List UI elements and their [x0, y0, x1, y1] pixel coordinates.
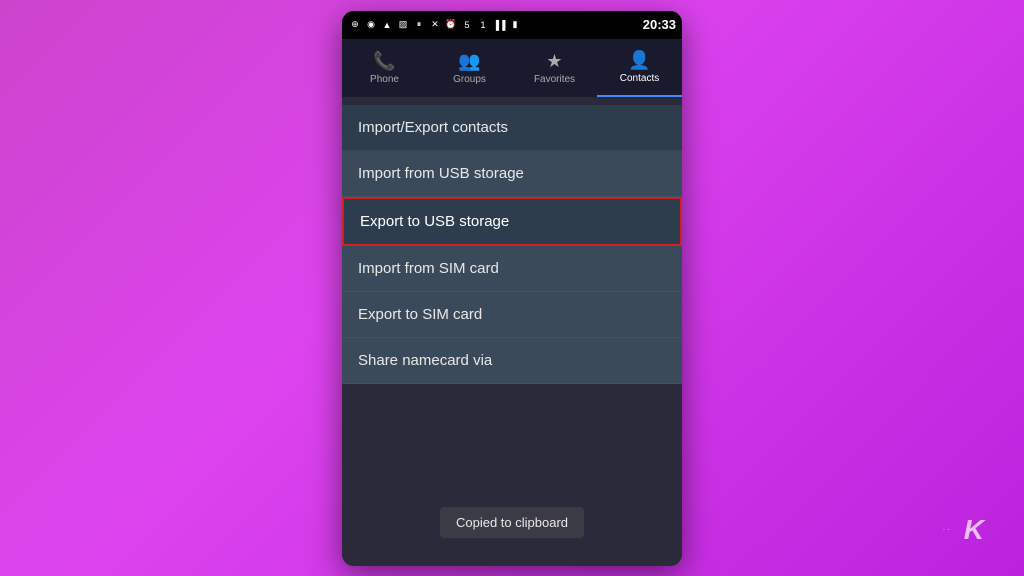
menu-item-import-usb[interactable]: Import from USB storage [342, 151, 682, 197]
signal-icon: ▐▐ [492, 18, 506, 32]
phone-frame: ⊕ ◉ ▲ ▨ ⏸ ✕ ⏰ 5 1 ▐▐ ▮ 20:33 📞 Phone 👥 G… [342, 11, 682, 566]
tab-phone[interactable]: 📞 Phone [342, 39, 427, 97]
favorites-tab-label: Favorites [534, 74, 575, 85]
menu-item-import-sim[interactable]: Import from SIM card [342, 246, 682, 292]
phone-tab-label: Phone [370, 74, 399, 85]
notification-icon: ⊕ [348, 18, 362, 32]
mute-icon: ✕ [428, 18, 442, 32]
favorites-tab-icon: ★ [546, 51, 562, 72]
nav-tabs: 📞 Phone 👥 Groups ★ Favorites 👤 Contacts [342, 39, 682, 97]
k-logo-dots: ·· [943, 525, 952, 534]
clipboard-toast: Copied to clipboard [440, 507, 584, 538]
menu-item-share-namecard[interactable]: Share namecard via [342, 338, 682, 384]
status-icon-1: ▲ [380, 18, 394, 32]
groups-tab-label: Groups [453, 74, 486, 85]
pause-icon: ⏸ [412, 18, 426, 32]
content-area: 🔍 Search + 👤 Andy 👤 Angelina Import/Expo… [342, 97, 682, 566]
k-logo: K [964, 514, 984, 546]
status-bar: ⊕ ◉ ▲ ▨ ⏸ ✕ ⏰ 5 1 ▐▐ ▮ 20:33 [342, 11, 682, 39]
alarm-icon: ⏰ [444, 18, 458, 32]
contacts-tab-label: Contacts [620, 73, 659, 84]
dropdown-menu: Import/Export contacts Import from USB s… [342, 105, 682, 384]
network-icon: 1 [476, 18, 490, 32]
tab-contacts[interactable]: 👤 Contacts [597, 39, 682, 97]
shield-icon: ◉ [364, 18, 378, 32]
image-icon: ▨ [396, 18, 410, 32]
sim-icon: 5 [460, 18, 474, 32]
menu-item-export-sim[interactable]: Export to SIM card [342, 292, 682, 338]
groups-tab-icon: 👥 [458, 51, 480, 72]
status-time: 20:33 [643, 17, 676, 32]
menu-item-import-export[interactable]: Import/Export contacts [342, 105, 682, 151]
phone-tab-icon: 📞 [373, 51, 395, 72]
tab-groups[interactable]: 👥 Groups [427, 39, 512, 97]
contacts-tab-icon: 👤 [628, 50, 650, 71]
tab-favorites[interactable]: ★ Favorites [512, 39, 597, 97]
battery-icon: ▮ [508, 18, 522, 32]
status-icons-left: ⊕ ◉ ▲ ▨ ⏸ ✕ ⏰ 5 1 ▐▐ ▮ [348, 18, 522, 32]
menu-item-export-usb[interactable]: Export to USB storage [342, 197, 682, 246]
